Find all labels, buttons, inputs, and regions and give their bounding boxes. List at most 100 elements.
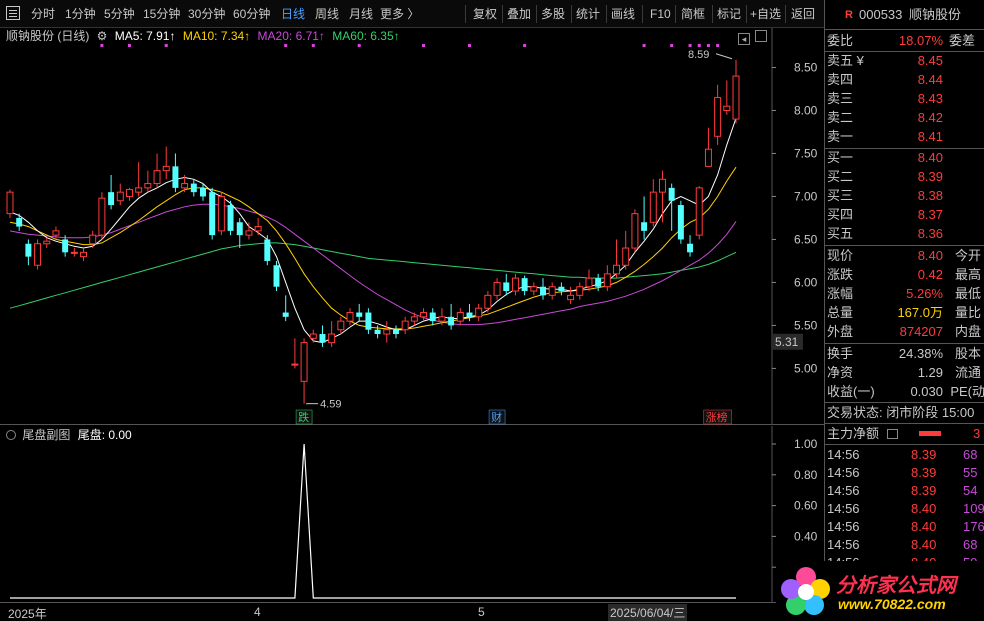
stock-badge: R: [845, 9, 853, 21]
stat-row: 总量 167.0万 量比: [825, 304, 984, 322]
flow-bar: [919, 431, 941, 436]
fullscreen-icon[interactable]: [755, 30, 768, 42]
candle-body: [448, 316, 455, 326]
event-marker-label: 跌: [298, 410, 309, 424]
candle-body: [52, 230, 60, 236]
settings-icon[interactable]: ⚙: [97, 29, 108, 43]
tail-indicator-panel[interactable]: 1.000.800.600.400.20 尾盘副图 尾盘: 0.00: [0, 426, 824, 606]
draw-line-button[interactable]: 画线: [611, 6, 635, 22]
candle-body: [576, 286, 584, 296]
ask-label: 卖二: [827, 110, 854, 125]
tick-row: 14:56 8.40 109: [825, 500, 984, 518]
event-marker-label: 财: [491, 410, 502, 424]
simple-frame-button[interactable]: 简框: [681, 6, 705, 22]
period-daily[interactable]: 日线: [281, 6, 305, 22]
candle-body: [209, 192, 216, 236]
price-tick-label: 6.50: [794, 232, 818, 246]
ma10-value: MA10: 7.34↑: [182, 29, 251, 43]
candle-body: [125, 189, 133, 197]
candle-body: [70, 251, 78, 254]
period-fenshi[interactable]: 分时: [31, 6, 55, 22]
f10-button[interactable]: F10: [650, 6, 671, 22]
candle-body: [273, 265, 280, 287]
candle-body: [631, 213, 639, 249]
candle-body: [181, 183, 189, 189]
indicator-menu-icon[interactable]: [6, 430, 16, 440]
toolbar-divider: [606, 5, 607, 23]
tail-indicator-chart[interactable]: 1.000.800.600.400.20: [0, 426, 824, 602]
stat-label: 收益(一): [827, 384, 875, 399]
back-button[interactable]: 返回: [791, 6, 815, 22]
statistics-button[interactable]: 统计: [576, 6, 600, 22]
signal-dot: [357, 44, 361, 47]
period-30min[interactable]: 30分钟: [188, 6, 225, 22]
kline-chart[interactable]: 8.50 8.00 7.50 7.00 6.50 6.00 5.50 5.00 5.31 8.59…: [0, 28, 824, 425]
price-tick-label: 6.00: [794, 275, 818, 289]
bid-row[interactable]: 买一 8.40: [825, 149, 984, 167]
toolbar-divider: [675, 5, 676, 23]
period-15min[interactable]: 15分钟: [143, 6, 180, 22]
price-tick-label: 5.00: [794, 361, 818, 375]
period-weekly[interactable]: 周线: [315, 6, 339, 22]
ask-label: 卖三: [827, 91, 854, 106]
candle-body: [383, 329, 391, 335]
candle-body: [282, 312, 289, 317]
signal-dot: [706, 44, 710, 47]
stat-value: 0.030: [910, 384, 943, 399]
stat-value: 8.40: [917, 248, 943, 263]
stat-label: 外盘: [827, 324, 854, 339]
ask-row[interactable]: 卖五 ¥ 8.45: [825, 52, 984, 70]
tick-price: 8.40: [911, 501, 937, 516]
period-60min[interactable]: 60分钟: [233, 6, 270, 22]
stat-label: 股本: [954, 346, 981, 361]
stat-label: 净资: [827, 365, 854, 380]
period-monthly[interactable]: 月线: [349, 6, 373, 22]
candle-body: [558, 286, 565, 292]
bid-label: 买五: [827, 226, 854, 241]
stat-row: 涨幅 5.26% 最低: [825, 285, 984, 303]
ask-row[interactable]: 卖一 8.41: [825, 128, 984, 146]
ask-row[interactable]: 卖二 8.42: [825, 109, 984, 127]
back-arrow-icon[interactable]: ◂: [738, 33, 750, 45]
adjust-button[interactable]: 复权: [473, 6, 497, 22]
sub-tick-label: 0.80: [794, 468, 818, 482]
price-tick-label: 8.00: [794, 103, 818, 117]
candle-body: [319, 334, 326, 343]
chart-area[interactable]: 8.50 8.00 7.50 7.00 6.50 6.00 5.50 5.00 5.31 8.59…: [0, 28, 824, 621]
candle-body: [374, 329, 381, 335]
ask-row[interactable]: 卖四 8.44: [825, 71, 984, 89]
bid-row[interactable]: 买三 8.38: [825, 187, 984, 205]
candle-body: [43, 240, 51, 245]
tick-time: 14:56: [827, 501, 860, 516]
toolbar-divider: [571, 5, 572, 23]
signal-dot: [127, 44, 131, 47]
menu-icon[interactable]: [6, 6, 20, 20]
period-more[interactable]: 更多 〉: [380, 6, 419, 22]
candle-body: [264, 239, 271, 261]
tick-volume: 68: [963, 447, 978, 462]
bid-label: 买三: [827, 188, 854, 203]
candle-body: [346, 312, 354, 322]
overlay-button[interactable]: 叠加: [507, 6, 531, 22]
price-tick-label: 7.00: [794, 189, 818, 203]
weicha-label: 委差: [948, 33, 975, 48]
candle-body: [291, 363, 299, 366]
stat-row: 收益(一) 0.030 PE(动: [825, 383, 984, 401]
main-flow-row[interactable]: 主力净额 3: [825, 425, 984, 443]
bid-row[interactable]: 买二 8.39: [825, 168, 984, 186]
ask-row[interactable]: 卖三 8.43: [825, 90, 984, 108]
add-favorite-button[interactable]: +自选: [750, 6, 781, 22]
candle-body: [540, 286, 546, 296]
period-1min[interactable]: 1分钟: [65, 6, 96, 22]
date-label: 5: [478, 605, 485, 619]
period-5min[interactable]: 5分钟: [104, 6, 135, 22]
stat-label: 流通: [954, 365, 981, 380]
kline-panel[interactable]: 8.50 8.00 7.50 7.00 6.50 6.00 5.50 5.00 5.31 8.59…: [0, 28, 824, 425]
bid-row[interactable]: 买四 8.37: [825, 206, 984, 224]
bid-row[interactable]: 买五 8.36: [825, 225, 984, 243]
mark-button[interactable]: 标记: [717, 6, 741, 22]
multi-stock-button[interactable]: 多股: [541, 6, 565, 22]
toolbar-divider: [502, 5, 503, 23]
candle-body: [493, 281, 501, 296]
list-icon[interactable]: [887, 429, 898, 439]
